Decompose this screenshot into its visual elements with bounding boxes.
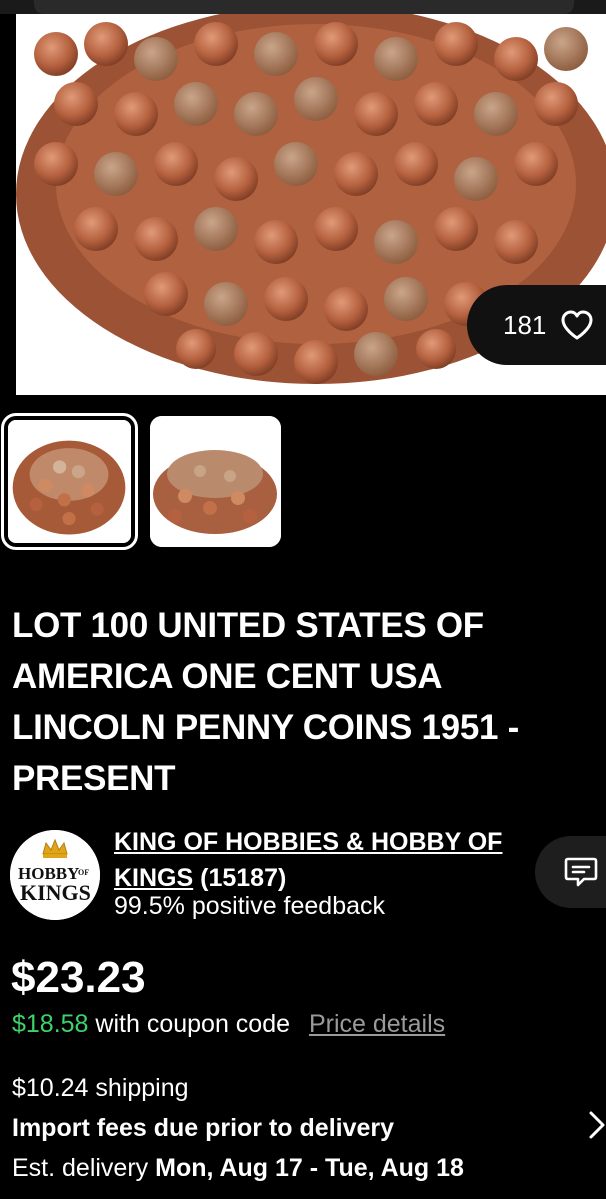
coupon-text: with coupon code: [95, 1010, 291, 1038]
seller-feedback: 99.5% positive feedback: [114, 892, 386, 920]
listing-title: LOT 100 UNITED STATES OF AMERICA ONE CEN…: [12, 606, 519, 798]
item-price: $23.23: [11, 953, 146, 1002]
thumbnail-1-selected[interactable]: [1, 413, 138, 550]
watchlist-button[interactable]: 181: [467, 285, 606, 365]
delivery-label: Est. delivery: [12, 1154, 149, 1182]
seller-name-link-line1[interactable]: KING OF HOBBIES & HOBBY OF: [114, 828, 502, 856]
coin-pile-thumbnail: [8, 420, 131, 543]
estimated-delivery: Est. delivery Mon, Aug 17 - Tue, Aug 18: [12, 1148, 606, 1188]
import-fees: Import fees due prior to delivery: [12, 1114, 395, 1142]
coupon-price: $18.58: [12, 1010, 89, 1038]
svg-text:OF: OF: [78, 868, 89, 877]
chevron-right-icon: [589, 1111, 605, 1139]
watch-count: 181: [503, 309, 547, 340]
svg-text:KINGS: KINGS: [20, 880, 91, 905]
heart-outline-icon: [561, 310, 593, 340]
coupon-line: $18.58 with coupon code Price details: [12, 1008, 445, 1040]
thumbnail-2[interactable]: [150, 416, 281, 547]
status-bar: [0, 0, 606, 14]
seller-logo[interactable]: HOBBY OF KINGS: [10, 830, 100, 920]
delivery-dates: Mon, Aug 17 - Tue, Aug 18: [155, 1154, 464, 1182]
seller-name: KING OF HOBBIES & HOBBY OF KINGS (15187): [114, 824, 534, 896]
shipping-cost: $10.24 shipping: [12, 1074, 189, 1102]
price-details-link[interactable]: Price details: [309, 1010, 445, 1038]
coin-pile-side-thumbnail: [150, 416, 281, 547]
chat-bubble-icon: [564, 857, 598, 887]
contact-seller-button[interactable]: [535, 836, 606, 908]
seller-name-link-line2[interactable]: KINGS: [114, 864, 193, 892]
feedback-count: (15187): [200, 864, 287, 892]
hobby-of-kings-logo: HOBBY OF KINGS: [10, 830, 100, 920]
shipping-details-row[interactable]: $10.24 shipping Import fees due prior to…: [12, 1068, 606, 1188]
